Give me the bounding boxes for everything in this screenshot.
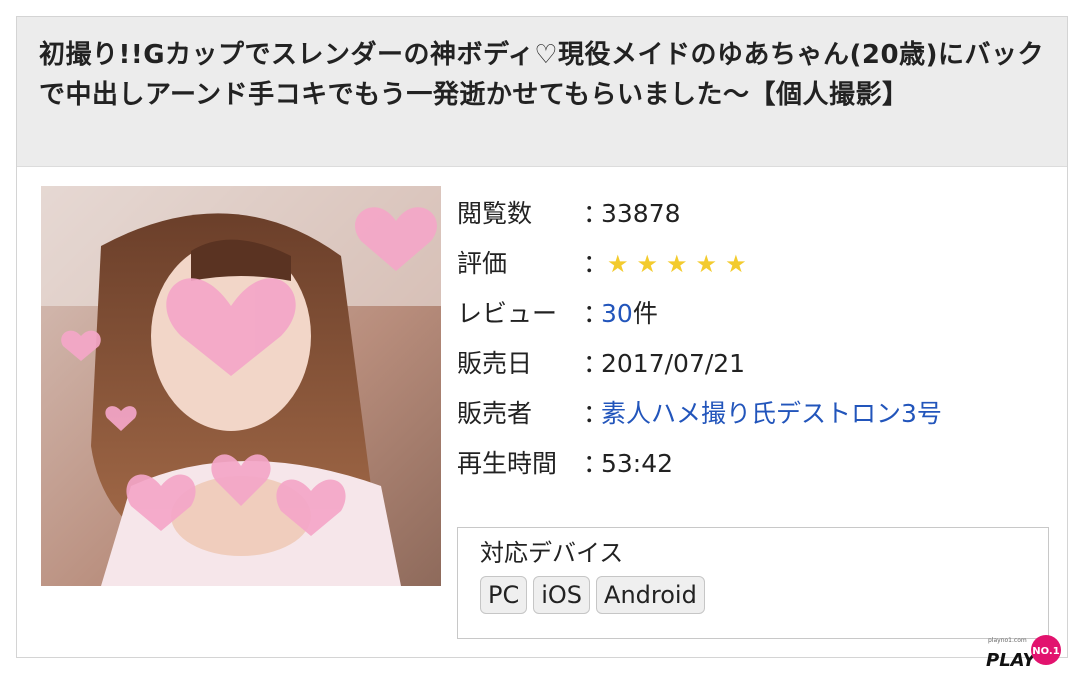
product-card: 初撮り!!Gカップでスレンダーの神ボディ♡現役メイドのゆあちゃん(20歳)にバッ…: [16, 16, 1068, 658]
thumbnail-image: [41, 186, 441, 586]
seller-label: 販売者: [457, 399, 533, 428]
device-chip-ios: iOS: [533, 576, 591, 614]
star-icon: ★: [666, 250, 688, 278]
colon: ：: [583, 349, 609, 378]
device-chip-pc: PC: [480, 576, 528, 614]
seller-link[interactable]: 素人ハメ撮り氏デストロン3号: [601, 394, 942, 434]
seller-row: 販売者 ： 素人ハメ撮り氏デストロン3号: [457, 389, 1057, 439]
views-label: 閲覧数: [457, 199, 533, 228]
supported-devices: 対応デバイス PC iOS Android: [457, 527, 1049, 639]
product-title: 初撮り!!Gカップでスレンダーの神ボディ♡現役メイドのゆあちゃん(20歳)にバッ…: [39, 40, 1044, 110]
views-row: 閲覧数 ： 33878: [457, 189, 1057, 239]
duration-row: 再生時間 ： 53:42: [457, 439, 1057, 489]
review-unit: 件: [632, 299, 658, 328]
date-label: 販売日: [457, 349, 533, 378]
product-thumbnail[interactable]: [41, 186, 441, 586]
rating-label: 評価: [457, 249, 508, 278]
date-value: 2017/07/21: [601, 349, 746, 378]
duration-value: 53:42: [601, 449, 674, 478]
title-bar: 初撮り!!Gカップでスレンダーの神ボディ♡現役メイドのゆあちゃん(20歳)にバッ…: [17, 17, 1067, 167]
watermark-badge: NO.1: [1032, 646, 1059, 657]
star-icon: ★: [636, 250, 659, 278]
playno1-watermark-logo: playno1.com PLAY NO.1: [984, 628, 1066, 674]
watermark-brand: PLAY: [986, 650, 1038, 671]
review-count-link[interactable]: 30: [601, 299, 633, 328]
colon: ：: [583, 299, 609, 328]
duration-label: 再生時間: [457, 449, 558, 478]
date-row: 販売日 ： 2017/07/21: [457, 339, 1057, 389]
colon: ：: [583, 199, 609, 228]
star-icon: ★: [607, 250, 629, 278]
devices-title: 対応デバイス: [480, 539, 624, 567]
star-icon: ★: [695, 250, 718, 278]
colon: ：: [583, 449, 609, 478]
device-chips: PC iOS Android: [480, 576, 1026, 614]
colon: ：: [583, 249, 609, 278]
rating-stars: ★ ★ ★ ★ ★: [607, 244, 747, 284]
views-value: 33878: [601, 199, 681, 228]
product-details: 閲覧数 ： 33878 評価 ： ★ ★ ★ ★ ★ レビュー ： 30件 販売…: [457, 189, 1057, 489]
review-row: レビュー ： 30件: [457, 289, 1057, 339]
colon: ：: [583, 399, 609, 428]
watermark-small-text: playno1.com: [988, 637, 1027, 644]
device-chip-android: Android: [596, 576, 705, 614]
review-label: レビュー: [457, 299, 558, 328]
star-icon: ★: [725, 250, 747, 278]
rating-row: 評価 ： ★ ★ ★ ★ ★: [457, 239, 1057, 289]
